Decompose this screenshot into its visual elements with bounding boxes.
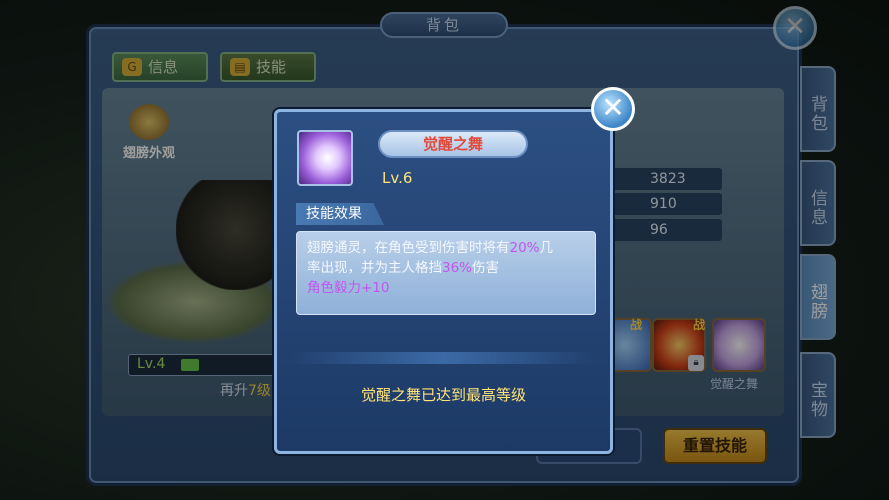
effect-percent: 36% bbox=[442, 260, 473, 276]
effect-description: 翅膀通灵，在角色受到伤害时将有20%几 率出现，并为主人格挡36%伤害 角色毅力… bbox=[296, 231, 596, 315]
skill-name: 觉醒之舞 bbox=[378, 130, 528, 158]
effect-section-header: 技能效果 bbox=[296, 203, 384, 225]
effect-percent: 20% bbox=[509, 240, 540, 256]
effect-line-2: 率出现，并为主人格挡36%伤害 bbox=[307, 258, 585, 278]
effect-line-1: 翅膀通灵，在角色受到伤害时将有20%几 bbox=[307, 238, 585, 258]
max-level-message: 觉醒之舞已达到最高等级 bbox=[360, 386, 526, 404]
awaken-dance-skill-icon bbox=[297, 130, 353, 186]
divider bbox=[290, 352, 596, 364]
effect-text: 翅膀通灵，在角色受到伤害时将有 bbox=[307, 240, 510, 256]
effect-text: 几 bbox=[539, 240, 554, 256]
effect-text: 伤害 bbox=[472, 260, 500, 276]
popup-close-button[interactable]: ✕ bbox=[591, 87, 635, 131]
effect-line-3: 角色毅力+10 bbox=[307, 280, 390, 296]
effect-text: 率出现，并为主人格挡 bbox=[307, 260, 442, 276]
skill-level: Lv.6 bbox=[382, 169, 413, 187]
